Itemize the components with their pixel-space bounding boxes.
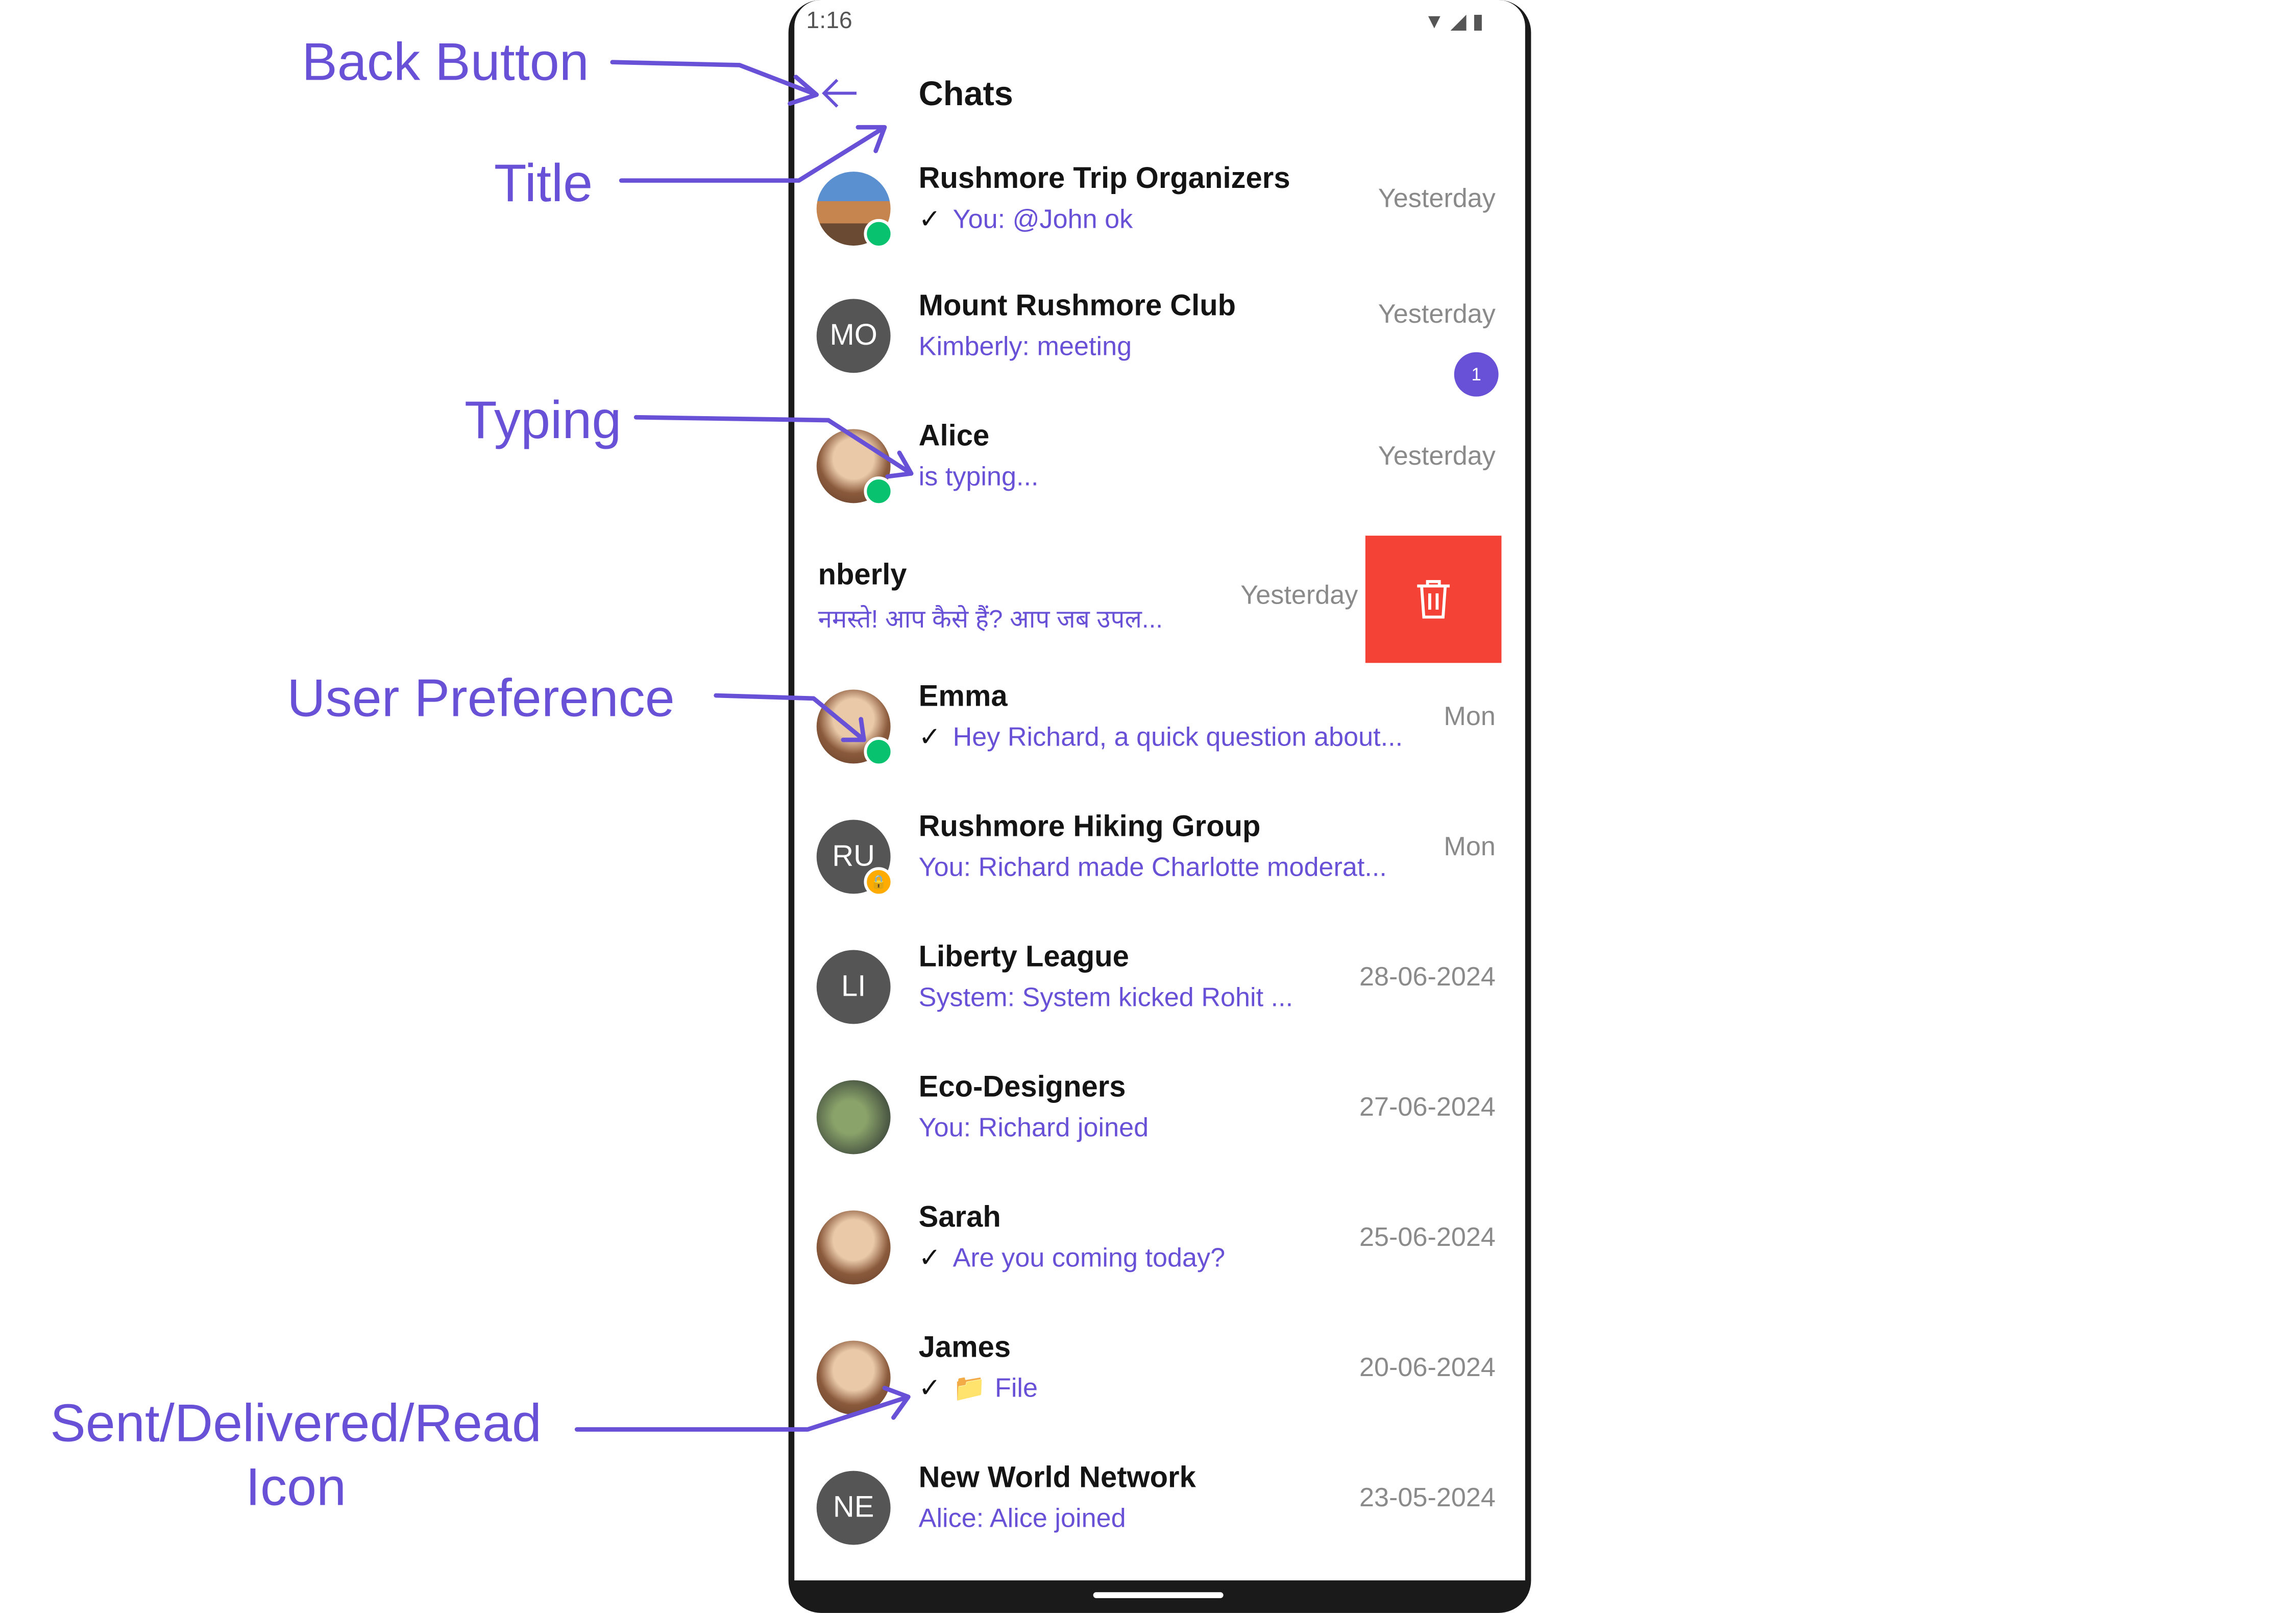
online-status-icon xyxy=(864,737,894,767)
chat-item[interactable]: Emma ✓ Hey Richard, a quick question abou… xyxy=(794,660,1525,790)
chat-date: 28-06-2024 xyxy=(1359,961,1496,992)
checkmark-icon: ✓ xyxy=(918,722,941,752)
annotation-back-button: Back Button xyxy=(302,31,589,92)
page-title: Chats xyxy=(918,74,1013,113)
annotation-receipts: Sent/Delivered/Read Icon xyxy=(44,1391,547,1518)
phone-frame: 1:16 ▼ ◢ ▮ Chats Rushmore Trip Organizer… xyxy=(788,0,1531,1613)
chat-date: 25-06-2024 xyxy=(1359,1222,1496,1252)
chat-name: Emma xyxy=(918,681,1008,713)
annotation-receipts-line1: Sent/Delivered/Read xyxy=(50,1392,542,1453)
avatar: MO xyxy=(816,299,891,373)
message-text: Hey Richard, a quick question about... xyxy=(952,722,1403,752)
status-time: 1:16 xyxy=(806,9,852,34)
avatar xyxy=(816,1210,891,1285)
chat-date: 27-06-2024 xyxy=(1359,1092,1496,1122)
chat-item[interactable]: NE New World Network Alice: Alice joined… xyxy=(794,1441,1525,1572)
avatar xyxy=(816,1340,891,1415)
avatar: NE xyxy=(816,1471,891,1545)
annotation-typing: Typing xyxy=(464,389,622,450)
chat-name: James xyxy=(918,1332,1011,1364)
message-text: You: @John ok xyxy=(952,204,1133,234)
chat-name: New World Network xyxy=(918,1462,1196,1495)
online-status-icon xyxy=(864,219,894,249)
chat-item[interactable]: Eco-Designers You: Richard joined 27-06-… xyxy=(794,1051,1525,1181)
chat-message: You: Richard made Charlotte moderat... xyxy=(918,852,1387,882)
chat-item[interactable]: RU 🔒 Rushmore Hiking Group You: Richard … xyxy=(794,790,1525,921)
chat-message: नमस्ते! आप कैसे हैं? आप जब उपल... xyxy=(818,605,1163,634)
chat-item[interactable]: James ✓ 📁 File 20-06-2024 xyxy=(794,1311,1525,1441)
wifi-icon: ▼ xyxy=(1424,9,1445,33)
chat-date: Yesterday xyxy=(1378,441,1496,471)
folder-icon: 📁 xyxy=(952,1373,986,1403)
chat-name: Rushmore Trip Organizers xyxy=(918,162,1290,196)
chat-message: Alice: Alice joined xyxy=(918,1503,1126,1533)
message-text: File xyxy=(994,1373,1038,1403)
lock-icon: 🔒 xyxy=(864,867,894,897)
checkmark-icon: ✓ xyxy=(918,1243,941,1273)
trash-icon xyxy=(1417,580,1450,619)
screen: 1:16 ▼ ◢ ▮ Chats Rushmore Trip Organizer… xyxy=(794,0,1525,1581)
annotation-user-preference: User Preference xyxy=(287,667,675,728)
signal-icon: ◢ xyxy=(1450,9,1467,33)
checkmark-icon: ✓ xyxy=(918,204,941,234)
chat-message: System: System kicked Rohit ... xyxy=(918,982,1293,1013)
delete-button[interactable] xyxy=(1365,536,1502,663)
chat-name: Alice xyxy=(918,420,990,453)
chat-item[interactable]: Sarah ✓ Are you coming today? 25-06-2024 xyxy=(794,1181,1525,1311)
avatar xyxy=(816,1080,891,1154)
chat-item[interactable]: LI Liberty League System: System kicked … xyxy=(794,921,1525,1051)
chat-message: ✓ You: @John ok xyxy=(919,204,1133,235)
annotation-receipts-line2: Icon xyxy=(245,1456,347,1517)
chat-name: Mount Rushmore Club xyxy=(918,290,1236,323)
chat-name: nberly xyxy=(818,559,907,592)
annotation-title: Title xyxy=(494,152,593,213)
chat-name: Eco-Designers xyxy=(918,1071,1126,1104)
avatar: LI xyxy=(816,950,891,1024)
online-status-icon xyxy=(864,476,894,507)
chat-date: Mon xyxy=(1444,701,1496,731)
chat-message: ✓ 📁 File xyxy=(919,1373,1038,1404)
chat-date: Yesterday xyxy=(1378,299,1496,329)
chat-message: ✓ Hey Richard, a quick question about... xyxy=(919,722,1403,753)
status-icons: ▼ ◢ ▮ xyxy=(1424,9,1484,34)
chat-date: Yesterday xyxy=(1378,183,1496,213)
chat-message: You: Richard joined xyxy=(918,1113,1149,1143)
back-button[interactable] xyxy=(818,71,863,115)
checkmark-icon: ✓ xyxy=(918,1373,941,1403)
unread-badge: 1 xyxy=(1454,352,1499,397)
chat-message: Kimberly: meeting xyxy=(918,331,1132,362)
chat-date: 23-05-2024 xyxy=(1359,1482,1496,1512)
arrow-back xyxy=(610,60,819,106)
chat-date: Yesterday xyxy=(1240,580,1358,610)
chat-name: Liberty League xyxy=(918,941,1129,974)
chat-message: ✓ Are you coming today? xyxy=(919,1243,1225,1274)
chat-item[interactable]: Rushmore Trip Organizers ✓ You: @John ok … xyxy=(794,142,1525,272)
chat-item[interactable]: Alice is typing... Yesterday xyxy=(794,399,1525,529)
chat-name: Sarah xyxy=(918,1201,1001,1234)
chat-date: 20-06-2024 xyxy=(1359,1352,1496,1382)
battery-icon: ▮ xyxy=(1472,9,1484,33)
chat-item[interactable]: MO Mount Rushmore Club Kimberly: meeting… xyxy=(794,269,1525,399)
typing-indicator: is typing... xyxy=(918,462,1039,492)
chat-name: Rushmore Hiking Group xyxy=(918,811,1261,844)
chat-date: Mon xyxy=(1444,831,1496,861)
message-text: Are you coming today? xyxy=(952,1243,1226,1273)
arrow-left-icon xyxy=(822,79,857,108)
